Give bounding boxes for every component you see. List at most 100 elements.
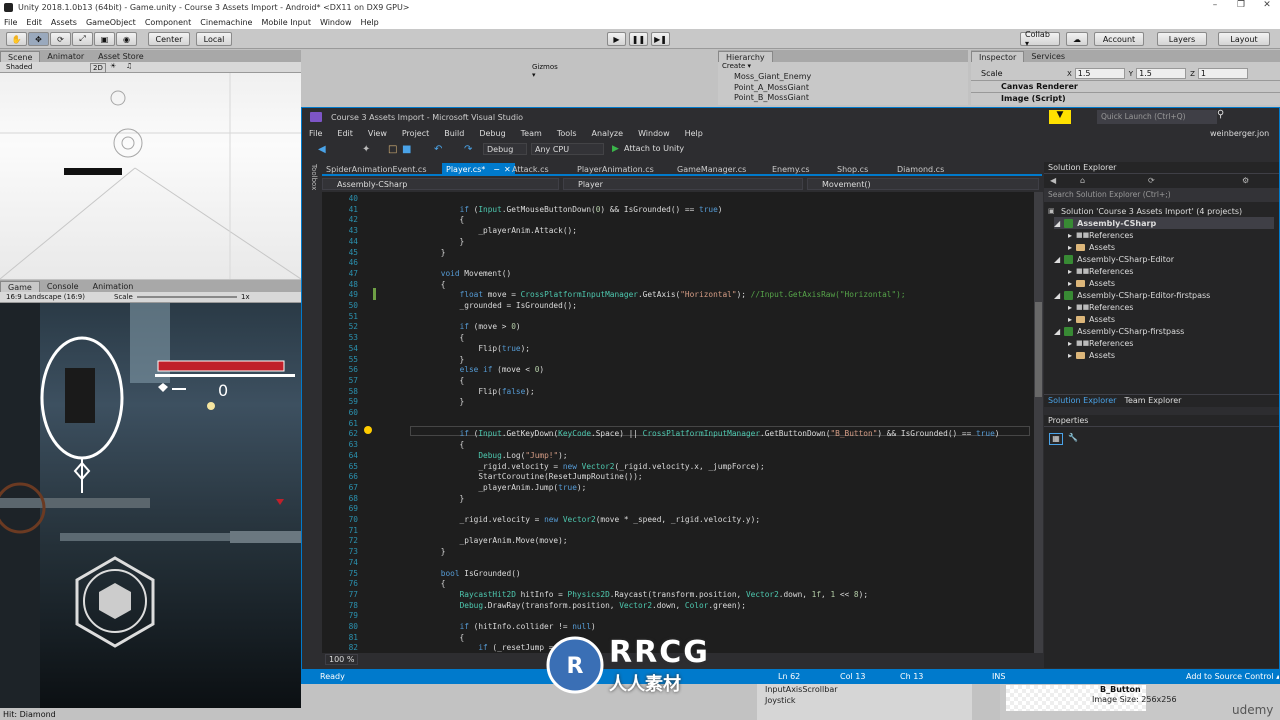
pause-button[interactable]: ❚❚ xyxy=(629,32,648,46)
refresh-icon[interactable]: ⟳ xyxy=(1148,176,1155,185)
account-button[interactable]: Account xyxy=(1094,32,1144,46)
hierarchy-item[interactable]: Moss_Giant_Enemy xyxy=(718,72,968,83)
canvas-renderer-component[interactable]: Canvas Renderer xyxy=(971,80,1280,92)
menu-window[interactable]: Window xyxy=(320,18,352,27)
tab-enemy[interactable]: Enemy.cs xyxy=(772,163,810,175)
tab-player[interactable]: Player.cs* − ✕ xyxy=(442,163,515,175)
hierarchy-item[interactable]: Point_B_MossGiant xyxy=(718,93,968,104)
close-icon[interactable]: ✕ xyxy=(1254,0,1280,10)
tab-spideranimationevent[interactable]: SpiderAnimationEvent.cs xyxy=(326,163,426,175)
rotate-tool-icon[interactable]: ⟳ xyxy=(50,32,71,46)
layout-button[interactable]: Layout xyxy=(1218,32,1270,46)
add-to-source-control[interactable]: Add to Source Control ▴ xyxy=(1186,672,1279,681)
menu-file[interactable]: File xyxy=(4,18,17,27)
tab-diamond[interactable]: Diamond.cs xyxy=(897,163,944,175)
tab-asset-store[interactable]: Asset Store xyxy=(91,51,151,62)
wrench-icon[interactable]: 🔧 xyxy=(1068,433,1078,442)
tab-solution-explorer[interactable]: Solution Explorer xyxy=(1044,395,1120,407)
project-node[interactable]: ◢ Assembly-CSharp-Editor xyxy=(1054,253,1174,265)
back-icon[interactable]: ◀ xyxy=(1050,176,1056,185)
close-tab-icon[interactable]: ✕ xyxy=(504,165,511,174)
references-node[interactable]: ▸ ■■ References xyxy=(1068,265,1133,277)
solution-node[interactable]: ▣ Solution 'Course 3 Assets Import' (4 pr… xyxy=(1048,205,1242,217)
image-script-component[interactable]: Image (Script) xyxy=(971,92,1280,104)
minimize-icon[interactable]: – xyxy=(1202,0,1228,10)
collab-button[interactable]: Collab ▾ xyxy=(1020,30,1060,48)
transform-tool-icon[interactable]: ◉ xyxy=(116,32,137,46)
vs-menu-analyze[interactable]: Analyze xyxy=(592,129,624,138)
assets-folder[interactable]: ▸ Assets xyxy=(1068,349,1115,361)
scale-tool-icon[interactable]: ⤢ xyxy=(72,32,93,46)
menu-cinemachine[interactable]: Cinemachine xyxy=(200,18,252,27)
collapsed-icon[interactable]: ▸ xyxy=(1068,243,1072,252)
save-icon[interactable]: ■ xyxy=(402,144,411,155)
references-node[interactable]: ▸ ■■ References xyxy=(1068,337,1133,349)
platform-dropdown[interactable]: Any CPU xyxy=(531,143,604,155)
zoom-dropdown[interactable]: 100 % xyxy=(325,654,359,665)
collapsed-icon[interactable]: ▸ xyxy=(1068,351,1072,360)
tab-gamemanager[interactable]: GameManager.cs xyxy=(677,163,746,175)
tab-services[interactable]: Services xyxy=(1024,51,1072,62)
hand-tool-icon[interactable]: ✋ xyxy=(6,32,27,46)
vs-menu-edit[interactable]: Edit xyxy=(337,129,353,138)
tab-team-explorer[interactable]: Team Explorer xyxy=(1120,395,1185,407)
hierarchy-item[interactable]: InputAxisScrollbar xyxy=(757,685,972,696)
pivot-center-button[interactable]: Center xyxy=(148,32,190,46)
open-folder-icon[interactable]: □ xyxy=(388,144,397,155)
collapsed-icon[interactable]: ▸ xyxy=(1068,231,1072,240)
collapsed-icon[interactable]: ▸ xyxy=(1068,279,1072,288)
tab-playeranimation[interactable]: PlayerAnimation.cs xyxy=(577,163,654,175)
back-icon[interactable]: ◀ xyxy=(318,144,326,155)
filter-icon[interactable]: ▼ xyxy=(1049,110,1071,124)
tab-shop[interactable]: Shop.cs xyxy=(837,163,868,175)
code-editor[interactable]: 40 41 if (Input.GetMouseButtonDown(0) && … xyxy=(322,192,1034,653)
vs-menu-tools[interactable]: Tools xyxy=(557,129,577,138)
assets-folder[interactable]: ▸ Assets xyxy=(1068,277,1115,289)
vs-menu-file[interactable]: File xyxy=(309,129,322,138)
tab-game[interactable]: Game xyxy=(0,281,40,292)
aspect-dropdown[interactable]: 16:9 Landscape (16:9) xyxy=(6,293,85,301)
menu-component[interactable]: Component xyxy=(145,18,191,27)
move-tool-icon[interactable]: ✥ xyxy=(28,32,49,46)
audio-icon[interactable]: ♫ xyxy=(126,62,132,70)
config-dropdown[interactable]: Debug xyxy=(483,143,527,155)
editor-scrollbar[interactable] xyxy=(1034,192,1043,653)
search-icon[interactable]: ⚲ xyxy=(1217,109,1224,120)
cloud-icon[interactable]: ☁ xyxy=(1066,32,1088,46)
references-node[interactable]: ▸ ■■ References xyxy=(1068,229,1133,241)
undo-icon[interactable]: ↶ xyxy=(434,144,442,155)
scale-y-input[interactable]: 1.5 xyxy=(1136,68,1187,79)
vs-menu-project[interactable]: Project xyxy=(402,129,429,138)
references-node[interactable]: ▸ ■■ References xyxy=(1068,301,1133,313)
hierarchy-item[interactable]: Point_A_MossGiant xyxy=(718,83,968,94)
categorized-icon[interactable]: ▦ xyxy=(1049,433,1063,445)
collapsed-icon[interactable]: ▸ xyxy=(1068,303,1072,312)
vs-menu-team[interactable]: Team xyxy=(521,129,542,138)
scale-x-input[interactable]: 1.5 xyxy=(1074,68,1125,79)
attach-to-unity-button[interactable]: Attach to Unity xyxy=(624,144,684,153)
expand-icon[interactable]: ◢ xyxy=(1054,327,1060,336)
rect-tool-icon[interactable]: ▣ xyxy=(94,32,115,46)
tab-animator[interactable]: Animator xyxy=(40,51,91,62)
vs-menu-build[interactable]: Build xyxy=(444,129,464,138)
project-node[interactable]: ◢ Assembly-CSharp-firstpass xyxy=(1054,325,1184,337)
pivot-local-button[interactable]: Local xyxy=(196,32,232,46)
member-dropdown[interactable]: Movement() xyxy=(807,178,1039,190)
tab-console[interactable]: Console xyxy=(40,281,86,292)
start-debug-icon[interactable]: ▶ xyxy=(612,144,619,154)
expand-icon[interactable]: ◢ xyxy=(1054,219,1060,228)
expand-icon[interactable]: ◢ xyxy=(1054,291,1060,300)
scene-viewport[interactable] xyxy=(0,73,301,279)
collapsed-icon[interactable]: ▸ xyxy=(1068,339,1072,348)
tab-attack[interactable]: Attack.cs xyxy=(512,163,549,175)
vs-menu-debug[interactable]: Debug xyxy=(479,129,505,138)
collapsed-icon[interactable]: ▸ xyxy=(1068,315,1072,324)
scale-slider[interactable] xyxy=(137,296,237,298)
toolbox-tab[interactable]: Toolbox xyxy=(305,164,318,224)
signed-in-user[interactable]: weinberger.jon xyxy=(1210,129,1269,138)
redo-icon[interactable]: ↷ xyxy=(464,144,472,155)
project-node[interactable]: ◢ Assembly-CSharp xyxy=(1054,217,1274,229)
play-button[interactable]: ▶ xyxy=(607,32,626,46)
tab-scene[interactable]: Scene xyxy=(0,51,41,62)
menu-assets[interactable]: Assets xyxy=(51,18,77,27)
